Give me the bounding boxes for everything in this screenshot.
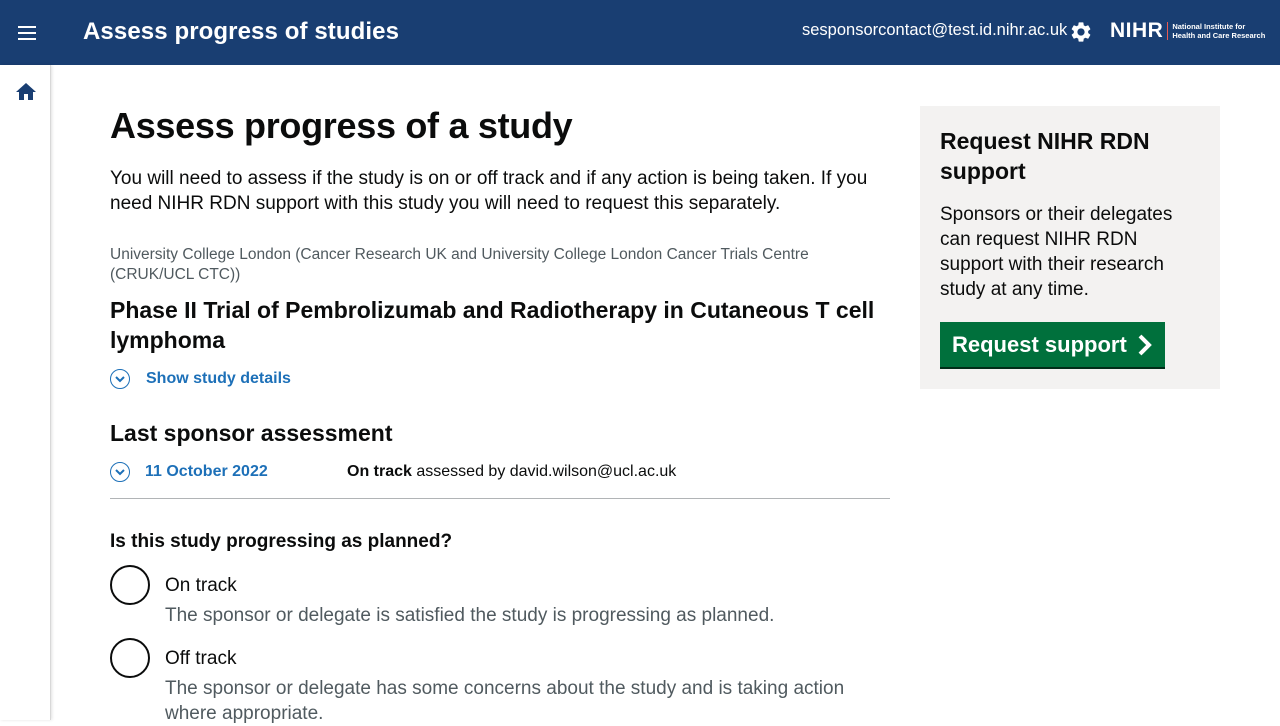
assessment-assessor: assessed by david.wilson@ucl.ac.uk [416, 463, 677, 480]
progress-question: Is this study progressing as planned? [110, 531, 453, 552]
show-study-details-toggle[interactable]: Show study details [110, 369, 890, 389]
radio-off-track-text: Off track The sponsor or delegate has so… [165, 638, 890, 726]
radio-off-track-input[interactable] [110, 638, 150, 678]
assessment-status: On track assessed by david.wilson@ucl.ac… [347, 462, 676, 482]
request-support-label: Request support [952, 331, 1127, 357]
home-icon[interactable] [14, 80, 38, 104]
radio-on-track-input[interactable] [110, 565, 150, 605]
last-assessment-heading: Last sponsor assessment [110, 420, 393, 446]
study-title: Phase II Trial of Pembrolizumab and Radi… [110, 297, 875, 353]
logo-line-1: National Institute for [1172, 22, 1246, 31]
chevron-down-icon [110, 462, 130, 482]
user-email: sesponsorcontact@test.id.nihr.ac.uk [802, 21, 1068, 39]
assessment-status-value: On track [347, 463, 412, 480]
logo-full-name: National Institute for Health and Care R… [1172, 22, 1265, 40]
radio-on-track[interactable]: On track The sponsor or delegate is sati… [110, 565, 890, 628]
organisation-name: University College London (Cancer Resear… [110, 246, 809, 283]
side-nav [0, 65, 51, 720]
app-title[interactable]: Assess progress of studies [83, 18, 399, 46]
gear-icon[interactable] [1069, 20, 1093, 44]
radio-on-track-label[interactable]: On track [165, 573, 774, 598]
radio-off-track-label[interactable]: Off track [165, 646, 890, 671]
support-panel: Request NIHR RDN support Sponsors or the… [920, 106, 1220, 389]
radio-off-track-hint: The sponsor or delegate has some concern… [165, 678, 845, 724]
radio-off-track[interactable]: Off track The sponsor or delegate has so… [110, 638, 890, 726]
menu-icon[interactable] [10, 16, 44, 50]
assessment-date: 11 October 2022 [145, 463, 268, 480]
assessment-expand-toggle[interactable]: 11 October 2022 [110, 462, 347, 482]
nihr-logo[interactable]: NIHR National Institute for Health and C… [1110, 19, 1265, 43]
support-panel-heading: Request NIHR RDN support [940, 128, 1150, 184]
show-study-details-label: Show study details [146, 370, 291, 387]
intro-text: You will need to assess if the study is … [110, 168, 868, 214]
logo-short: NIHR [1110, 19, 1164, 42]
chevron-right-icon [1138, 334, 1152, 355]
chevron-down-icon [110, 369, 130, 389]
support-panel-body: Sponsors or their delegates can request … [940, 204, 1173, 300]
last-assessment-row: 11 October 2022 On track assessed by dav… [110, 462, 890, 499]
top-header: Assess progress of studies sesponsorcont… [0, 0, 1280, 65]
page-title: Assess progress of a study [110, 105, 573, 146]
radio-on-track-hint: The sponsor or delegate is satisfied the… [165, 605, 775, 626]
radio-on-track-text: On track The sponsor or delegate is sati… [165, 565, 774, 628]
request-support-button[interactable]: Request support [940, 322, 1165, 367]
logo-line-2: Health and Care Research [1172, 31, 1266, 40]
logo-divider [1167, 22, 1169, 40]
main-content: Assess progress of a study You will need… [110, 106, 890, 726]
